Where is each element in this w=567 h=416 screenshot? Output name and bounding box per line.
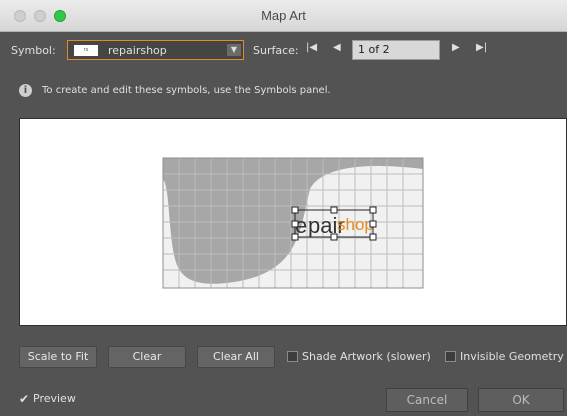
scale-to-fit-button[interactable]: Scale to Fit bbox=[19, 346, 97, 368]
title-bar: Map Art bbox=[0, 0, 567, 32]
cancel-button[interactable]: Cancel bbox=[386, 388, 468, 412]
clear-button[interactable]: Clear bbox=[108, 346, 186, 368]
symbol-value: repairshop bbox=[108, 44, 167, 57]
symbol-label: Symbol: bbox=[11, 44, 56, 57]
preview-checkbox[interactable]: ✔ bbox=[19, 392, 29, 406]
surface-label: Surface: bbox=[253, 44, 299, 57]
info-text: To create and edit these symbols, use th… bbox=[42, 85, 331, 96]
invisible-geometry-label: Invisible Geometry bbox=[460, 350, 564, 363]
dropdown-arrow-icon: ▼ bbox=[227, 44, 241, 56]
shade-artwork-label: Shade Artwork (slower) bbox=[302, 350, 431, 363]
first-surface-icon[interactable]: |◀ bbox=[306, 42, 317, 53]
previous-surface-icon[interactable]: ◀ bbox=[333, 42, 341, 53]
artwork-text-shop: shop bbox=[337, 215, 374, 234]
symbol-thumbnail: rs bbox=[74, 45, 98, 56]
next-surface-icon[interactable]: ▶ bbox=[452, 42, 460, 53]
symbol-select[interactable]: rs repairshop ▼ bbox=[67, 40, 244, 60]
ok-button[interactable]: OK bbox=[478, 388, 564, 412]
preview-label: Preview bbox=[33, 392, 76, 405]
info-icon: i bbox=[19, 84, 32, 97]
last-surface-icon[interactable]: ▶| bbox=[476, 42, 487, 53]
preview-canvas[interactable]: e pair shop bbox=[19, 118, 567, 326]
clear-all-button[interactable]: Clear All bbox=[197, 346, 275, 368]
shade-artwork-checkbox[interactable] bbox=[287, 351, 298, 362]
invisible-geometry-checkbox[interactable] bbox=[445, 351, 456, 362]
window-title: Map Art bbox=[261, 8, 306, 23]
surface-field[interactable]: 1 of 2 bbox=[352, 40, 440, 60]
map-art-preview: e pair shop bbox=[162, 157, 424, 289]
